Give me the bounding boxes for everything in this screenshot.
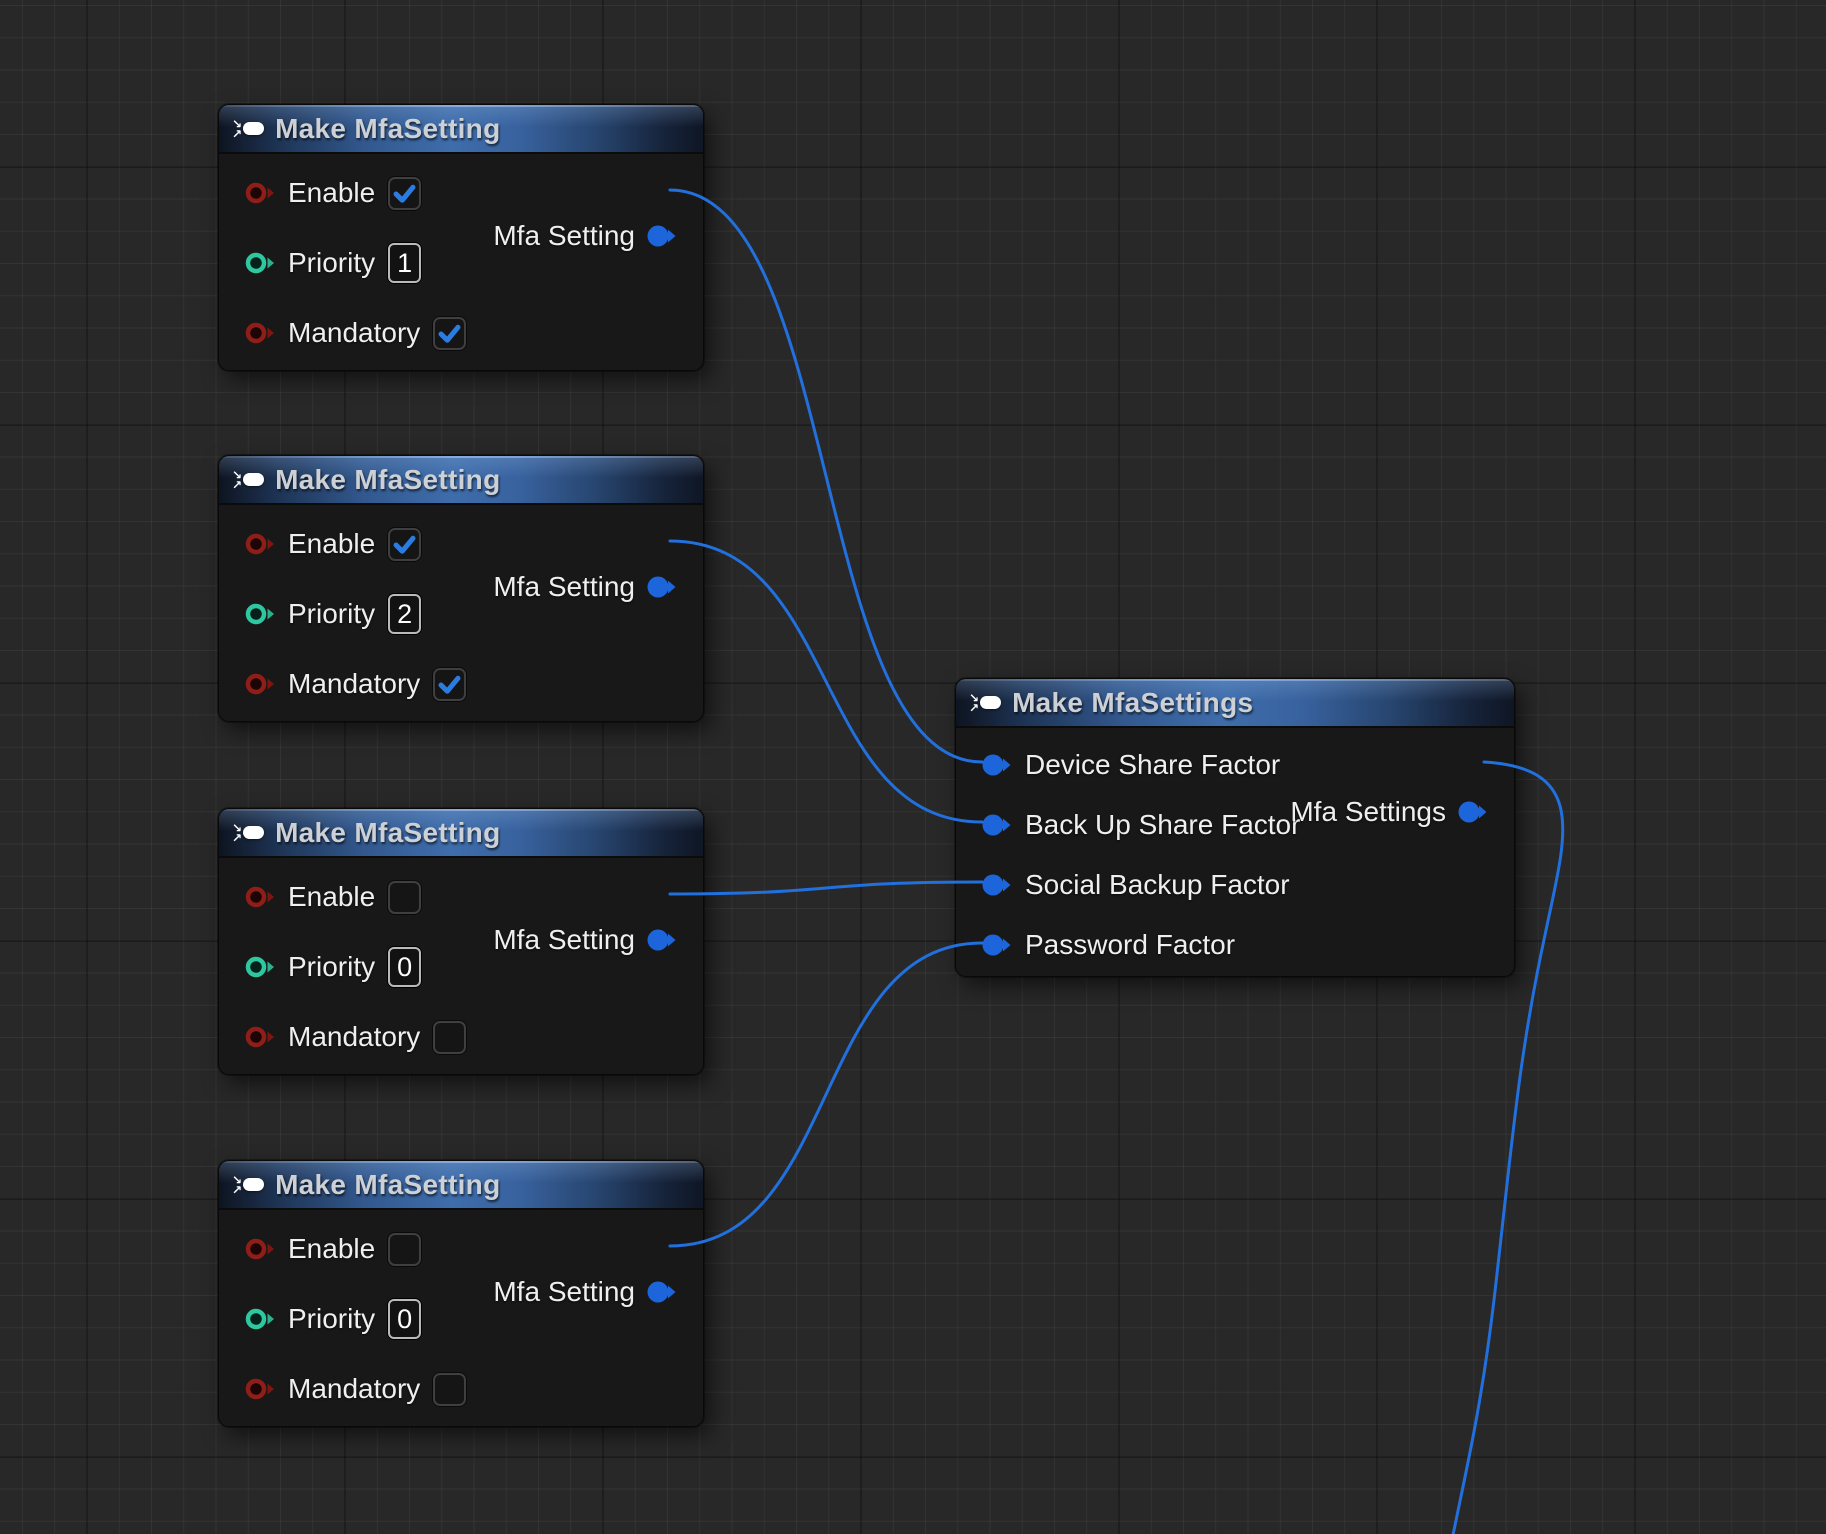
mandatory-checkbox[interactable]: [433, 668, 466, 701]
bool-pin-enable[interactable]: [245, 885, 275, 909]
int-pin-priority[interactable]: [245, 1307, 275, 1331]
bool-pin-mandatory[interactable]: [245, 1025, 275, 1049]
blueprint-graph-canvas[interactable]: ↘↗ Make MfaSetting Enable: [0, 0, 1826, 1534]
node-header[interactable]: ↘↗ Make MfaSetting: [219, 1161, 703, 1210]
pin-label: Priority: [288, 1303, 375, 1335]
node-title: Make MfaSetting: [275, 817, 500, 849]
int-pin-priority[interactable]: [245, 602, 275, 626]
pin-label: Password Factor: [1025, 929, 1235, 961]
node-header[interactable]: ↘↗ Make MfaSetting: [219, 105, 703, 154]
node-make-mfasetting-3[interactable]: ↘↗ Make MfaSetting Enable: [218, 808, 704, 1075]
mandatory-checkbox[interactable]: [433, 317, 466, 350]
wire-setting3-to-social-backup-factor[interactable]: [670, 882, 982, 894]
output-row-mfa-setting: Mfa Setting: [493, 552, 677, 622]
bool-pin-mandatory[interactable]: [245, 672, 275, 696]
int-pin-priority[interactable]: [245, 251, 275, 275]
enable-checkbox[interactable]: [388, 881, 421, 914]
pin-label: Device Share Factor: [1025, 749, 1280, 781]
struct-pin-back-up-share-factor[interactable]: [982, 813, 1012, 837]
bool-pin-enable[interactable]: [245, 181, 275, 205]
mandatory-checkbox[interactable]: [433, 1021, 466, 1054]
pin-label: Enable: [288, 528, 375, 560]
node-make-mfasetting-4[interactable]: ↘↗ Make MfaSetting Enable: [218, 1160, 704, 1427]
struct-pin-mfa-settings-out[interactable]: [1458, 800, 1488, 824]
node-title: Make MfaSetting: [275, 113, 500, 145]
pin-label: Mandatory: [288, 1373, 420, 1405]
priority-input[interactable]: 2: [388, 594, 421, 634]
pin-label: Mandatory: [288, 317, 420, 349]
output-row-mfa-settings: Mfa Settings: [1290, 782, 1488, 842]
node-title: Make MfaSetting: [275, 1169, 500, 1201]
bool-pin-enable[interactable]: [245, 532, 275, 556]
pin-label: Social Backup Factor: [1025, 869, 1290, 901]
check-icon: [391, 180, 418, 207]
pin-label: Mfa Settings: [1290, 796, 1446, 828]
pin-label: Priority: [288, 951, 375, 983]
enable-checkbox[interactable]: [388, 528, 421, 561]
int-pin-priority[interactable]: [245, 955, 275, 979]
check-icon: [391, 531, 418, 558]
pin-row-social-backup-factor: Social Backup Factor: [956, 855, 1514, 915]
node-header[interactable]: ↘↗ Make MfaSetting: [219, 456, 703, 505]
enable-checkbox[interactable]: [388, 1233, 421, 1266]
pin-label: Mfa Setting: [493, 1276, 635, 1308]
priority-input[interactable]: 1: [388, 243, 421, 283]
check-icon: [436, 671, 463, 698]
wire-setting4-to-password-factor[interactable]: [670, 943, 982, 1246]
struct-pin-password-factor[interactable]: [982, 933, 1012, 957]
pin-label: Mandatory: [288, 668, 420, 700]
struct-pin-social-backup-factor[interactable]: [982, 873, 1012, 897]
priority-input[interactable]: 0: [388, 1299, 421, 1339]
make-struct-icon: ↘↗: [232, 119, 264, 139]
pin-row-password-factor: Password Factor: [956, 915, 1514, 975]
pin-row-mandatory: Mandatory: [219, 1002, 703, 1072]
priority-input[interactable]: 0: [388, 947, 421, 987]
pin-label: Mfa Setting: [493, 924, 635, 956]
node-title: Make MfaSetting: [275, 464, 500, 496]
bool-pin-mandatory[interactable]: [245, 321, 275, 345]
make-struct-icon: ↘↗: [232, 1175, 264, 1195]
pin-row-mandatory: Mandatory: [219, 649, 703, 719]
node-make-mfasettings[interactable]: ↘↗ Make MfaSettings Device Share Factor …: [955, 678, 1515, 977]
check-icon: [436, 320, 463, 347]
struct-pin-mfa-setting-out[interactable]: [647, 1280, 677, 1304]
struct-pin-device-share-factor[interactable]: [982, 753, 1012, 777]
mandatory-checkbox[interactable]: [433, 1373, 466, 1406]
make-struct-icon: ↘↗: [232, 470, 264, 490]
pin-label: Back Up Share Factor: [1025, 809, 1300, 841]
pin-label: Enable: [288, 177, 375, 209]
wire-setting1-to-device-share-factor[interactable]: [670, 190, 982, 762]
make-struct-icon: ↘↗: [232, 823, 264, 843]
struct-pin-mfa-setting-out[interactable]: [647, 928, 677, 952]
bool-pin-enable[interactable]: [245, 1237, 275, 1261]
make-struct-icon: ↘↗: [969, 693, 1001, 713]
node-header[interactable]: ↘↗ Make MfaSettings: [956, 679, 1514, 728]
node-title: Make MfaSettings: [1012, 687, 1253, 719]
pin-label: Priority: [288, 247, 375, 279]
struct-pin-mfa-setting-out[interactable]: [647, 224, 677, 248]
pin-row-mandatory: Mandatory: [219, 1354, 703, 1424]
bool-pin-mandatory[interactable]: [245, 1377, 275, 1401]
pin-label: Enable: [288, 881, 375, 913]
output-row-mfa-setting: Mfa Setting: [493, 201, 677, 271]
pin-label: Mfa Setting: [493, 571, 635, 603]
struct-pin-mfa-setting-out[interactable]: [647, 575, 677, 599]
pin-row-mandatory: Mandatory: [219, 298, 703, 368]
pin-label: Priority: [288, 598, 375, 630]
pin-label: Mfa Setting: [493, 220, 635, 252]
output-row-mfa-setting: Mfa Setting: [493, 905, 677, 975]
enable-checkbox[interactable]: [388, 177, 421, 210]
node-header[interactable]: ↘↗ Make MfaSetting: [219, 809, 703, 858]
wire-setting2-to-back-up-share-factor[interactable]: [670, 541, 982, 822]
node-make-mfasetting-2[interactable]: ↘↗ Make MfaSetting Enable: [218, 455, 704, 722]
node-make-mfasetting-1[interactable]: ↘↗ Make MfaSetting Enable: [218, 104, 704, 371]
pin-label: Enable: [288, 1233, 375, 1265]
output-row-mfa-setting: Mfa Setting: [493, 1257, 677, 1327]
pin-label: Mandatory: [288, 1021, 420, 1053]
